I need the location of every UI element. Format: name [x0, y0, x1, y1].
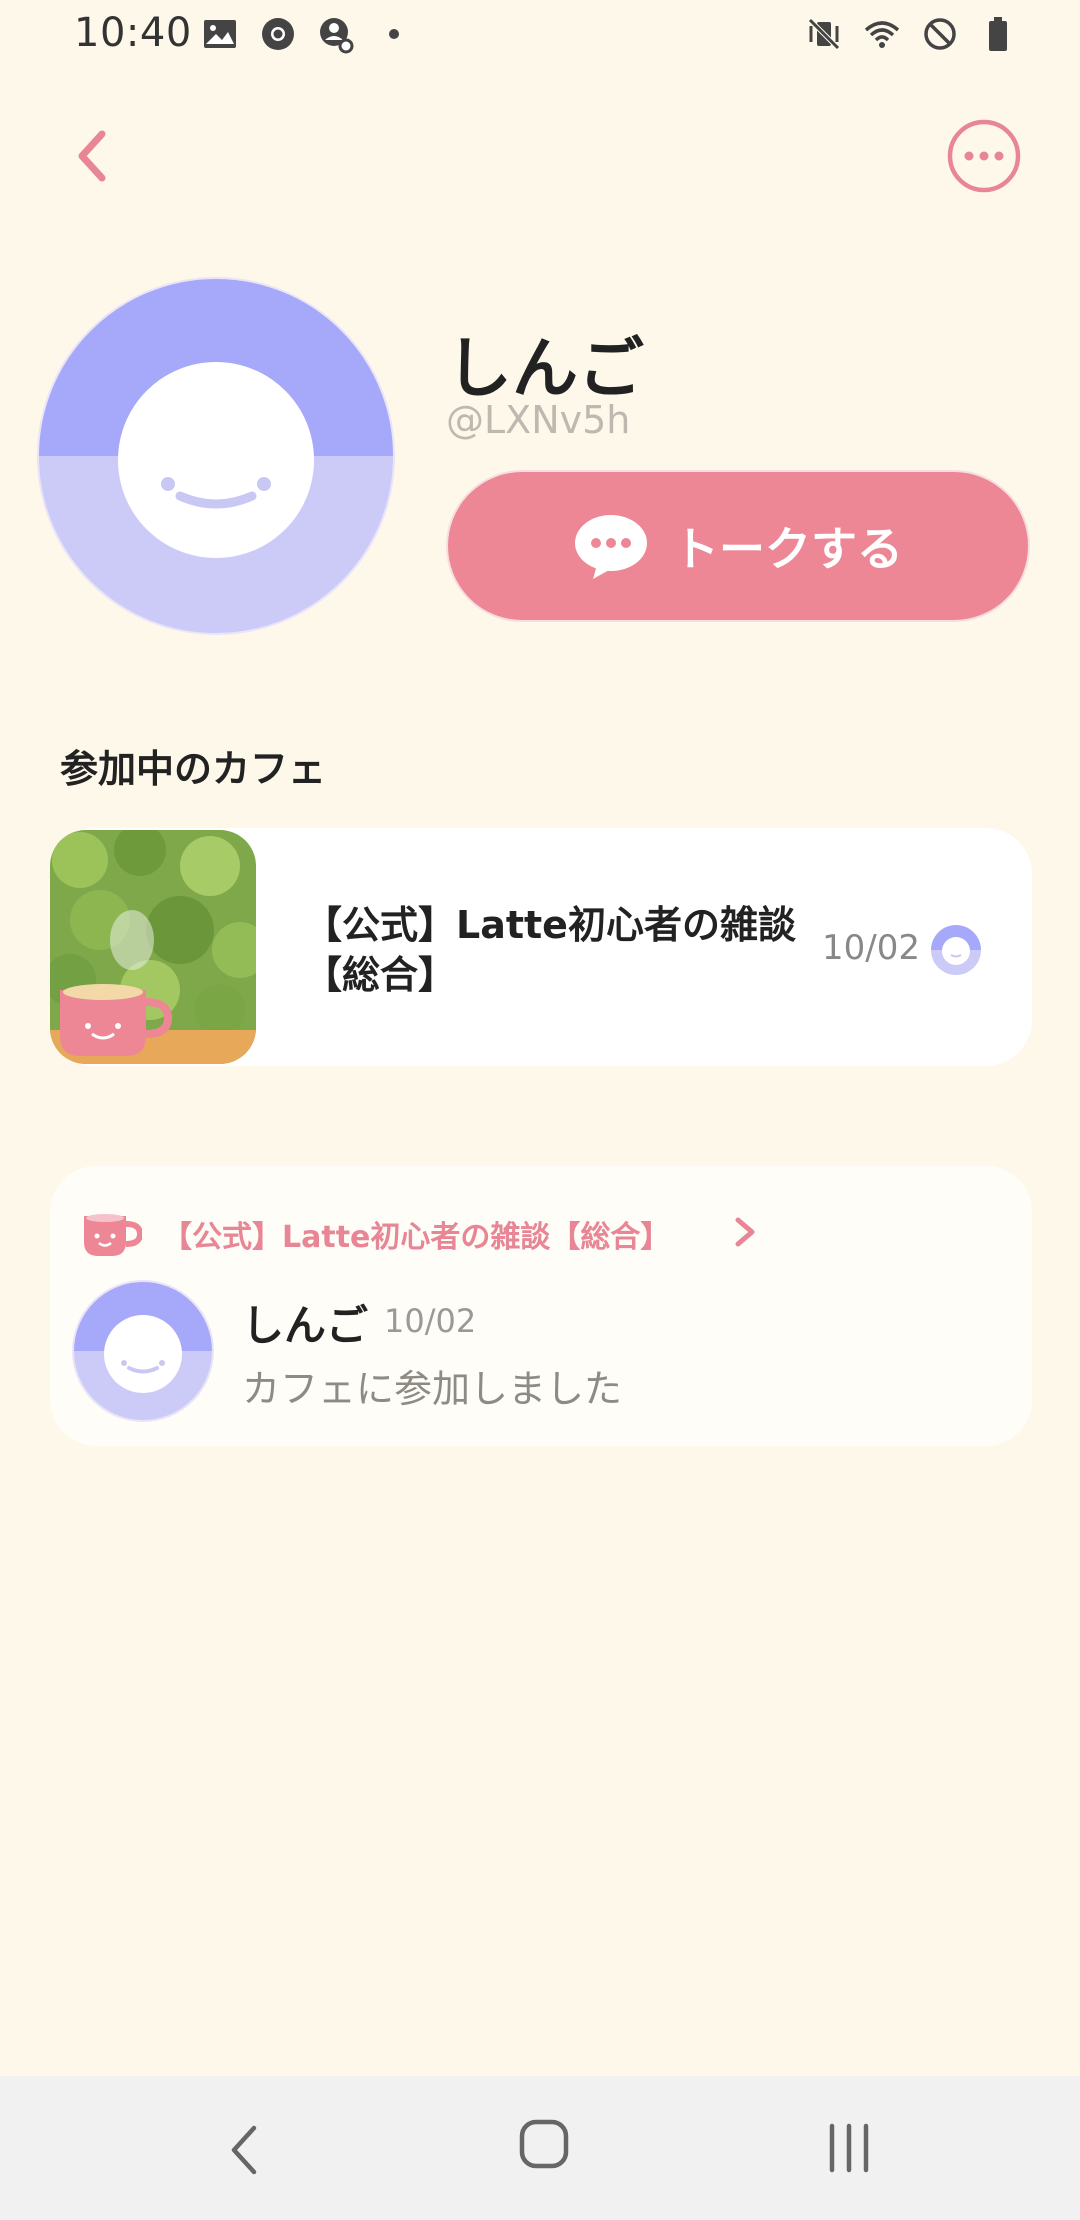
- do-not-disturb-icon: [924, 18, 956, 50]
- back-button[interactable]: [66, 124, 122, 188]
- cafe-date: 10/02: [822, 928, 920, 968]
- profile-avatar: [37, 277, 395, 635]
- activity-date: 10/02: [384, 1302, 477, 1340]
- account-sync-icon: [320, 18, 354, 54]
- gallery-icon: [204, 20, 236, 48]
- chevron-right-icon: [735, 1217, 755, 1247]
- wifi-icon: [864, 21, 900, 48]
- talk-button-label: トークする: [673, 522, 903, 576]
- activity-text: カフェに参加しました: [242, 1367, 623, 1411]
- status-time: 10:40: [74, 10, 192, 56]
- cafe-member-avatar: [931, 925, 981, 975]
- screen: 10:40 しんご @LXNv5h トークする 参加中のカフェ 【公式】Latt…: [0, 0, 1080, 2220]
- chrome-icon: [262, 18, 294, 50]
- activity-cafe-link[interactable]: 【公式】Latte初心者の雑談【総合】: [162, 1212, 670, 1256]
- system-back-button[interactable]: [224, 2122, 264, 2178]
- status-bar: 10:40: [0, 0, 1080, 72]
- notification-dot-icon: [389, 29, 399, 39]
- battery-icon: [989, 17, 1007, 51]
- more-options-button[interactable]: [946, 118, 1022, 194]
- system-recents-button[interactable]: [824, 2122, 874, 2174]
- cafes-section-title: 参加中のカフェ: [60, 747, 327, 791]
- profile-name: しんご: [446, 330, 644, 407]
- activity-card[interactable]: 【公式】Latte初心者の雑談【総合】 しんご 10/02 カフェに参加しました: [50, 1166, 1032, 1446]
- activity-user-name: しんご: [242, 1301, 369, 1350]
- vibrate-mute-icon: [808, 18, 840, 50]
- cafe-thumbnail: [50, 830, 256, 1064]
- status-left-icons: [200, 14, 414, 54]
- talk-button[interactable]: トークする: [446, 470, 1030, 622]
- system-home-button[interactable]: [518, 2118, 570, 2170]
- coffee-cup-icon: [84, 1214, 142, 1256]
- activity-user-avatar[interactable]: [72, 1280, 214, 1422]
- cafe-card[interactable]: 【公式】Latte初心者の雑談【総合】 10/02: [50, 828, 1032, 1066]
- status-right-icons: [804, 14, 1018, 54]
- profile-handle: @LXNv5h: [446, 398, 631, 442]
- system-nav-bar: [0, 2076, 1080, 2220]
- speech-bubble-icon: [575, 515, 647, 579]
- cafe-name: 【公式】Latte初心者の雑談【総合】: [304, 903, 796, 997]
